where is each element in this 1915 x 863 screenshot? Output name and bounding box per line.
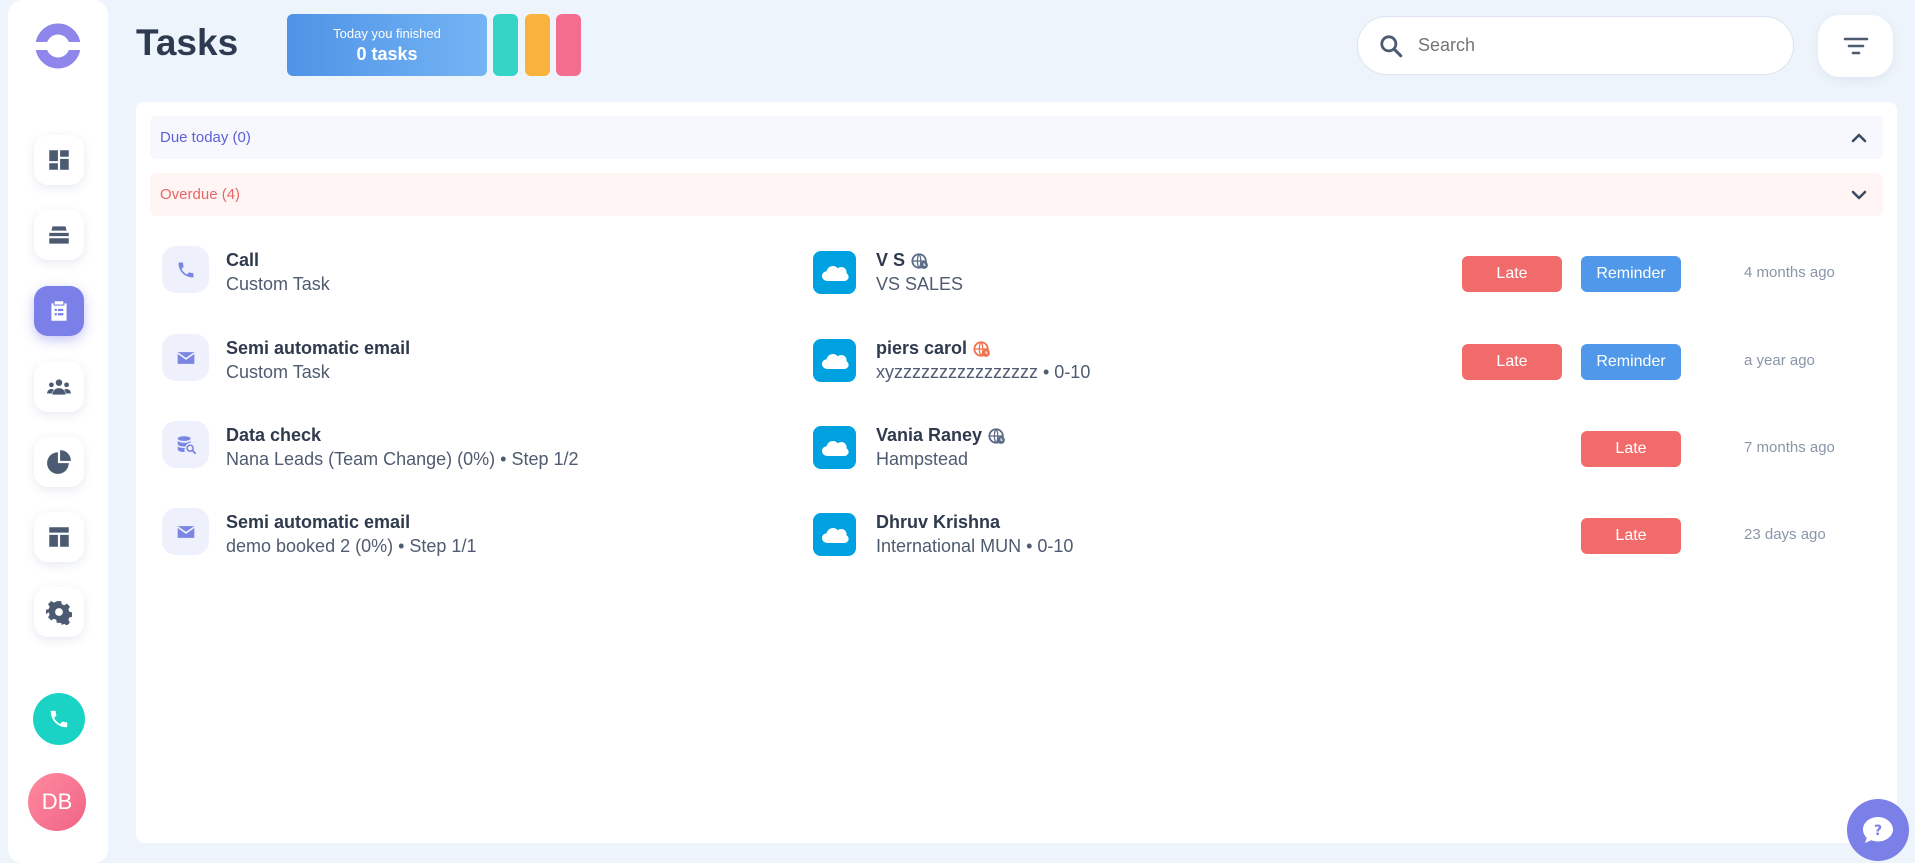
contact-name-text: piers carol xyxy=(876,338,968,358)
phone-icon xyxy=(50,710,68,728)
data-check-icon xyxy=(177,435,196,454)
task-title[interactable]: Semi automatic email xyxy=(226,338,410,359)
late-badge: Late xyxy=(1462,344,1562,380)
avatar[interactable]: DB xyxy=(28,773,86,831)
sidebar-item-templates[interactable] xyxy=(34,512,84,562)
contact-name[interactable]: piers carol xyxy=(876,338,991,359)
contact-name-text: V S xyxy=(876,250,906,270)
today-finished-count: 0 tasks xyxy=(356,44,418,64)
reports-pie-icon xyxy=(47,450,71,474)
task-row[interactable]: Data check Nana Leads (Team Change) (0%)… xyxy=(136,405,1897,485)
group-due-today-label: Due today (0) xyxy=(160,129,251,146)
progress-pill-pink xyxy=(556,14,581,76)
task-subtitle: Custom Task xyxy=(226,362,330,382)
mail-icon xyxy=(176,525,195,538)
progress-pill-orange xyxy=(525,14,550,76)
sidebar-item-tasks[interactable] xyxy=(34,286,84,336)
progress-pill-teal xyxy=(493,14,518,76)
contacts-people-icon xyxy=(47,379,71,395)
filter-button[interactable] xyxy=(1818,15,1893,77)
phone-icon xyxy=(178,262,193,277)
task-subtitle: demo booked 2 (0%) • Step 1/1 xyxy=(226,536,477,556)
group-due-today[interactable]: Due today (0) xyxy=(150,116,1883,159)
task-type-call xyxy=(162,246,209,293)
filter-icon xyxy=(1843,37,1868,55)
late-badge: Late xyxy=(1581,518,1681,554)
sidebar-item-settings[interactable] xyxy=(34,587,84,637)
contact-name-text: Dhruv Krishna xyxy=(876,512,1001,532)
sidebar-item-contacts[interactable] xyxy=(34,362,84,412)
task-type-email xyxy=(162,334,209,381)
salesforce-icon xyxy=(813,426,856,469)
contact-company: Hampstead xyxy=(876,449,969,469)
chevron-up-icon[interactable] xyxy=(1849,128,1869,148)
contact-name[interactable]: Vania Raney xyxy=(876,425,1006,446)
task-time: 4 months ago xyxy=(1744,264,1835,281)
dashboard-icon xyxy=(49,150,69,170)
task-title[interactable]: Semi automatic email xyxy=(226,512,410,533)
sidebar: DB xyxy=(8,0,108,863)
reminder-badge[interactable]: Reminder xyxy=(1581,256,1681,292)
today-finished-label: Today you finished xyxy=(333,26,441,41)
search-icon xyxy=(1380,34,1403,57)
task-title[interactable]: Data check xyxy=(226,425,321,446)
page-title: Tasks xyxy=(136,22,239,63)
app-logo[interactable] xyxy=(34,22,82,70)
chevron-down-icon[interactable] xyxy=(1849,185,1869,205)
contact-company: xyzzzzzzzzzzzzzzzz • 0-10 xyxy=(876,362,1091,382)
sidebar-item-dashboard[interactable] xyxy=(34,135,84,185)
task-subtitle: Nana Leads (Team Change) (0%) • Step 1/2 xyxy=(226,449,579,469)
call-button[interactable] xyxy=(33,693,85,745)
help-chat-icon: ? xyxy=(1863,817,1893,843)
avatar-initials: DB xyxy=(41,789,73,814)
tasks-panel: Due today (0) Overdue (4) Call Custom Ta… xyxy=(136,102,1897,843)
salesforce-icon xyxy=(813,513,856,556)
task-time: 7 months ago xyxy=(1744,439,1835,456)
task-subtitle: Custom Task xyxy=(226,274,330,294)
late-badge: Late xyxy=(1462,256,1562,292)
group-overdue-label: Overdue (4) xyxy=(160,186,241,203)
today-finished-card: Today you finished 0 tasks xyxy=(287,14,487,76)
svg-text:?: ? xyxy=(1874,823,1882,839)
contact-name-text: Vania Raney xyxy=(876,425,983,445)
task-row[interactable]: Semi automatic email demo booked 2 (0%) … xyxy=(136,492,1897,572)
late-badge: Late xyxy=(1581,431,1681,467)
salesforce-icon xyxy=(813,251,856,294)
contact-company: International MUN • 0-10 xyxy=(876,536,1074,556)
reminder-badge[interactable]: Reminder xyxy=(1581,344,1681,380)
globe-clock-icon xyxy=(973,340,990,357)
help-chat-button[interactable]: ? xyxy=(1847,799,1909,861)
task-title[interactable]: Call xyxy=(226,250,259,271)
task-row[interactable]: Semi automatic email Custom Task piers c… xyxy=(136,318,1897,398)
contact-name[interactable]: V S xyxy=(876,250,929,271)
inbox-stack-icon xyxy=(49,226,69,244)
salesforce-icon xyxy=(813,339,856,382)
task-time: 23 days ago xyxy=(1744,526,1826,543)
task-type-email xyxy=(162,508,209,555)
sidebar-item-inbox[interactable] xyxy=(34,210,84,260)
search-input[interactable] xyxy=(1418,35,1758,56)
task-type-data-check xyxy=(162,421,209,468)
contact-name[interactable]: Dhruv Krishna xyxy=(876,512,1000,533)
settings-gear-icon xyxy=(46,601,72,625)
contact-company: VS SALES xyxy=(876,274,964,294)
templates-layout-icon xyxy=(49,527,69,547)
mail-icon xyxy=(176,351,195,364)
sidebar-item-reports[interactable] xyxy=(34,437,84,487)
group-overdue[interactable]: Overdue (4) xyxy=(150,173,1883,216)
globe-clock-icon xyxy=(911,252,928,269)
search-box[interactable] xyxy=(1357,16,1794,75)
tasks-clipboard-icon xyxy=(51,301,67,321)
task-row[interactable]: Call Custom Task V S VS SALES Late Remin… xyxy=(136,230,1897,310)
task-time: a year ago xyxy=(1744,352,1815,369)
globe-clock-icon xyxy=(988,427,1005,444)
